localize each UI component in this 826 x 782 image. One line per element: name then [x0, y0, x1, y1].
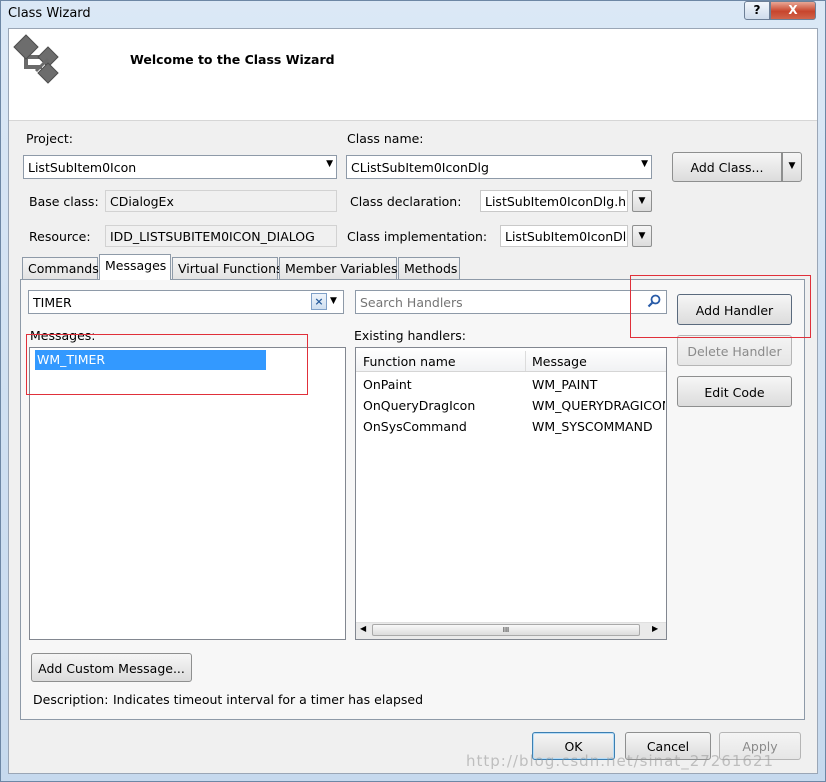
project-label: Project: [26, 131, 73, 146]
tab-messages[interactable]: Messages [99, 254, 171, 280]
table-row-message[interactable]: WM_PAINT [532, 377, 665, 392]
wizard-header [9, 29, 817, 121]
add-custom-message-button[interactable]: Add Custom Message... [31, 653, 192, 682]
class-name-label: Class name: [347, 131, 424, 146]
scroll-left-icon[interactable]: ◀ [360, 624, 366, 633]
clear-filter-button[interactable]: × [311, 293, 327, 310]
class-name-value: CListSubItem0IconDlg [351, 160, 489, 175]
class-implementation-field[interactable]: ListSubItem0IconDlg. [500, 225, 628, 247]
search-handlers-input[interactable] [358, 294, 628, 311]
existing-handlers-label: Existing handlers: [354, 328, 466, 343]
close-button[interactable]: X [770, 1, 816, 20]
tab-virtual-functions[interactable]: Virtual Functions [172, 257, 283, 279]
project-combo[interactable]: ListSubItem0Icon ▼ [23, 155, 337, 179]
class-declaration-dropdown[interactable]: ▼ [632, 190, 652, 212]
header-title: Welcome to the Class Wizard [130, 52, 335, 67]
edit-code-button[interactable]: Edit Code [677, 376, 792, 407]
description-label: Description: [33, 692, 109, 707]
chevron-down-icon: ▼ [788, 161, 796, 171]
add-class-dropdown[interactable]: ▼ [782, 152, 802, 182]
help-button[interactable]: ? [744, 1, 770, 20]
resource-label: Resource: [29, 229, 91, 244]
table-row-function[interactable]: OnQueryDragIcon [363, 398, 475, 413]
table-row-function[interactable]: OnPaint [363, 377, 412, 392]
base-class-field: CDialogEx [105, 190, 337, 212]
chevron-down-icon[interactable]: ▼ [330, 293, 342, 310]
project-value: ListSubItem0Icon [28, 160, 137, 175]
class-declaration-field[interactable]: ListSubItem0IconDlg.h [480, 190, 628, 212]
add-class-button[interactable]: Add Class... [672, 152, 782, 182]
chevron-down-icon: ▼ [326, 159, 333, 169]
delete-handler-button[interactable]: Delete Handler [677, 335, 792, 366]
column-header-message[interactable]: Message [532, 354, 587, 369]
message-filter-combo[interactable]: TIMER [28, 290, 344, 314]
chevron-down-icon: ▼ [641, 159, 648, 169]
tab-member-variables[interactable]: Member Variables [279, 257, 398, 279]
table-row-message[interactable]: WM_SYSCOMMAND [532, 419, 665, 434]
highlight-box-add-handler [630, 275, 811, 338]
tab-methods[interactable]: Methods [398, 257, 460, 279]
resource-field: IDD_LISTSUBITEM0ICON_DIALOG [105, 225, 337, 247]
watermark: http://blog.csdn.net/sinat_27261621 [466, 752, 775, 770]
scroll-right-icon[interactable]: ▶ [652, 624, 658, 633]
message-filter-value: TIMER [33, 295, 72, 310]
highlight-box-messages [26, 334, 308, 395]
class-implementation-label: Class implementation: [347, 229, 488, 244]
tab-commands[interactable]: Commands [22, 257, 99, 279]
class-wizard-icon [13, 34, 59, 84]
window-title: Class Wizard [8, 6, 91, 21]
column-divider[interactable] [525, 351, 526, 371]
table-row-function[interactable]: OnSysCommand [363, 419, 467, 434]
class-name-combo[interactable]: CListSubItem0IconDlg ▼ [346, 155, 652, 179]
column-header-function-name[interactable]: Function name [363, 354, 456, 369]
base-class-label: Base class: [29, 194, 99, 209]
search-handlers-box[interactable] [355, 290, 667, 314]
class-declaration-label: Class declaration: [350, 194, 462, 209]
table-row-message[interactable]: WM_QUERYDRAGICON [532, 398, 665, 413]
description-text: Indicates timeout interval for a timer h… [113, 692, 424, 707]
scrollbar-thumb[interactable]: III [372, 624, 640, 636]
class-implementation-dropdown[interactable]: ▼ [632, 225, 652, 247]
